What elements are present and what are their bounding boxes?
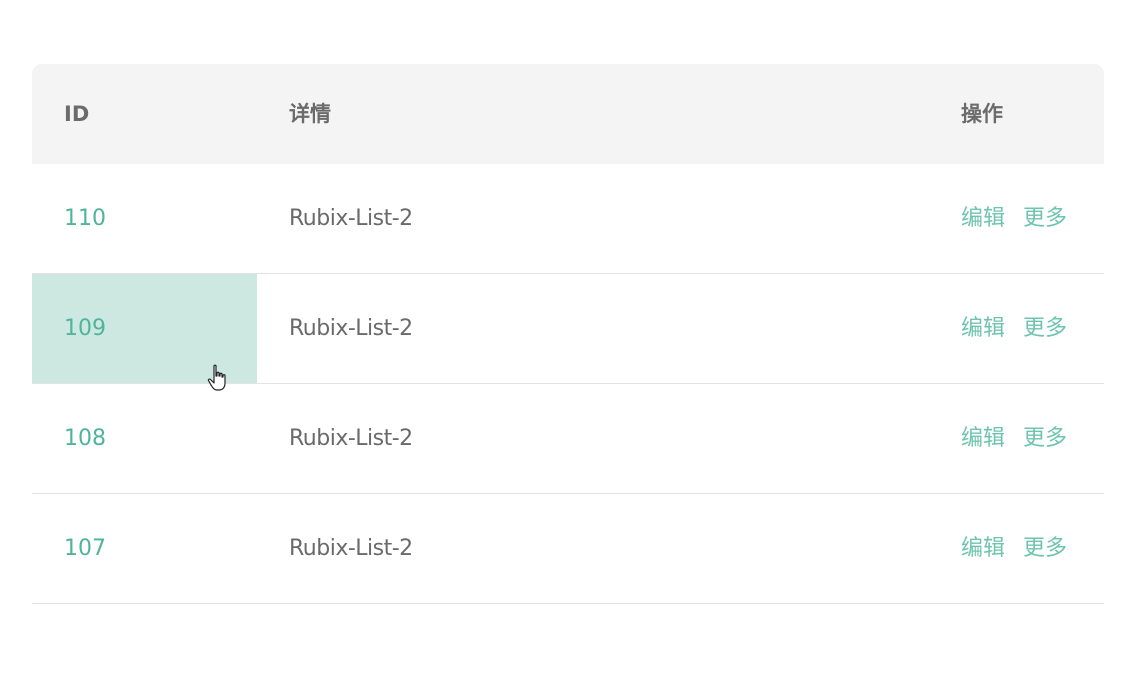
row-actions: 编辑 更多 <box>961 384 1085 493</box>
row-detail-cell: Rubix-List-2 <box>289 206 413 231</box>
edit-link[interactable]: 编辑 <box>961 206 1005 231</box>
row-detail-cell: Rubix-List-2 <box>289 316 413 341</box>
row-id-cell[interactable]: 108 <box>32 384 257 493</box>
hand-pointer-icon <box>207 364 226 391</box>
edit-link[interactable]: 编辑 <box>961 426 1005 451</box>
table-row: 108 Rubix-List-2 编辑 更多 <box>32 384 1104 494</box>
header-id: ID <box>64 102 90 126</box>
more-link[interactable]: 更多 <box>1023 426 1067 451</box>
table-header: ID 详情 操作 <box>32 64 1104 164</box>
table-row: 109 Rubix-List-2 编辑 更多 <box>32 274 1104 384</box>
table-row: 107 Rubix-List-2 编辑 更多 <box>32 494 1104 604</box>
row-actions: 编辑 更多 <box>961 494 1085 603</box>
more-link[interactable]: 更多 <box>1023 316 1067 341</box>
data-table: ID 详情 操作 110 Rubix-List-2 编辑 更多 109 Rubix… <box>32 64 1104 604</box>
more-link[interactable]: 更多 <box>1023 536 1067 561</box>
row-detail-cell: Rubix-List-2 <box>289 536 413 561</box>
header-detail: 详情 <box>289 102 331 126</box>
row-id-cell[interactable]: 107 <box>32 494 257 603</box>
row-id-cell[interactable]: 110 <box>32 164 257 273</box>
row-actions: 编辑 更多 <box>961 164 1085 273</box>
table-row: 110 Rubix-List-2 编辑 更多 <box>32 164 1104 274</box>
more-link[interactable]: 更多 <box>1023 206 1067 231</box>
header-ops: 操作 <box>961 102 1003 126</box>
row-detail-cell: Rubix-List-2 <box>289 426 413 451</box>
edit-link[interactable]: 编辑 <box>961 536 1005 561</box>
row-actions: 编辑 更多 <box>961 274 1085 383</box>
edit-link[interactable]: 编辑 <box>961 316 1005 341</box>
